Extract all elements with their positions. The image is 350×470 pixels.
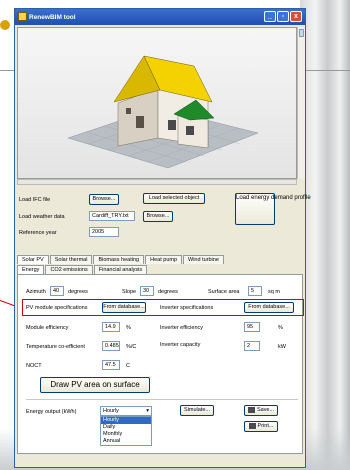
energy-output-label: Energy output (kWh) [26, 409, 77, 415]
browse-ifc-button[interactable]: Browse... [89, 194, 119, 205]
energy-output-select[interactable]: Hourly ▾ [100, 406, 152, 416]
print-button[interactable]: Print... [244, 421, 278, 432]
azimuth-label: Azimuth [26, 289, 46, 295]
window-title: RenewBIM tool [29, 13, 76, 21]
inverter-capacity-field[interactable]: 2 [244, 341, 260, 351]
option-monthly[interactable]: Monthly [101, 431, 151, 438]
load-ifc-label: Load IFC file [19, 197, 51, 203]
model-viewport[interactable] [17, 27, 297, 179]
tab-solar-thermal[interactable]: Solar thermal [49, 255, 93, 264]
draw-pv-area-button[interactable]: Draw PV area on surface [40, 377, 150, 393]
noct-field[interactable]: 47.5 [102, 360, 120, 370]
azimuth-field[interactable]: 40 [50, 286, 64, 296]
tab-co2-emissions[interactable]: CO2 emissions [45, 265, 93, 274]
noct-label: NOCT [26, 363, 42, 369]
maximize-button[interactable]: ▫ [277, 11, 289, 22]
result-tabs: Energy CO2 emissions Financial analysis [17, 265, 148, 274]
weather-file-field[interactable]: Cardiff_TRY.txt [89, 211, 135, 221]
option-annual[interactable]: Annual [101, 438, 151, 445]
temperature-coefficient-field[interactable]: 0.485 [102, 341, 120, 351]
reference-year-label: Reference year [19, 230, 57, 236]
inverter-database-button[interactable]: From database... [244, 302, 294, 313]
temperature-coefficient-label: Temperature co-efficient [26, 344, 85, 350]
slope-unit: degrees [158, 289, 178, 295]
azimuth-unit: degrees [68, 289, 88, 295]
tab-biomass-heating[interactable]: Biomass heating [93, 255, 145, 264]
simulate-button[interactable]: Simulate... [180, 405, 214, 416]
surface-area-label: Surface area [208, 289, 240, 295]
tab-heat-pump[interactable]: Heat pump [145, 255, 183, 264]
inverter-spec-label: Inverter specifications [160, 305, 214, 311]
surface-area-unit: sq m [268, 289, 280, 295]
inverter-capacity-label: Inverter capacity [160, 342, 201, 348]
chevron-down-icon[interactable]: ▾ [146, 408, 149, 414]
inverter-efficiency-field[interactable]: 95 [244, 322, 260, 332]
inverter-efficiency-unit: % [278, 325, 283, 331]
browse-weather-button[interactable]: Browse... [143, 211, 173, 222]
option-hourly[interactable]: Hourly [101, 417, 151, 424]
slope-label: Slope [122, 289, 137, 295]
save-label: Save... [256, 407, 275, 413]
load-selected-object-button[interactable]: Load selected object [143, 193, 205, 204]
title-bar: RenewBIM tool _ ▫ x [15, 9, 305, 25]
print-label: Print... [257, 423, 274, 429]
pv-module-database-button[interactable]: From database... [102, 302, 146, 313]
inverter-efficiency-label: Inverter efficiency [160, 325, 204, 331]
tab-wind-turbine[interactable]: Wind turbine [183, 255, 224, 264]
solar-pv-tab-body: Azimuth 40 degrees Slope 30 degrees Surf… [17, 274, 304, 454]
tab-financial-analysis[interactable]: Financial analysis [93, 265, 148, 274]
noct-unit: C [126, 363, 130, 369]
close-button[interactable]: x [290, 11, 302, 22]
scroll-thumb[interactable] [299, 29, 304, 37]
option-daily[interactable]: Daily [101, 424, 151, 431]
tab-solar-pv[interactable]: Solar PV [17, 255, 49, 264]
save-button[interactable]: Save... [244, 405, 278, 416]
surface-area-field[interactable]: 5 [248, 286, 262, 296]
module-efficiency-label: Module efficiency [26, 325, 69, 331]
viewport-vscroll[interactable] [297, 27, 305, 179]
divider-line [303, 70, 350, 71]
section-divider [26, 399, 298, 400]
bullet-dot [0, 20, 10, 30]
temperature-coefficient-unit: %/C [126, 344, 137, 350]
app-window: RenewBIM tool _ ▫ x Load IFC file Browse… [14, 8, 311, 468]
tab-energy[interactable]: Energy [17, 265, 45, 274]
energy-output-selected: Hourly [103, 408, 119, 414]
print-icon [248, 422, 256, 429]
app-icon [18, 12, 27, 21]
save-icon [247, 406, 255, 413]
viewport-hscroll[interactable] [17, 179, 297, 185]
tech-tabs: Solar PV Solar thermal Biomass heating H… [17, 255, 225, 264]
energy-output-options: Hourly Daily Monthly Annual [100, 416, 152, 446]
load-energy-profile-button[interactable]: Load energy demand profile [235, 193, 311, 225]
reference-year-field[interactable]: 2005 [89, 227, 119, 237]
slope-field[interactable]: 30 [140, 286, 154, 296]
inverter-capacity-unit: kW [278, 344, 286, 350]
module-efficiency-field[interactable]: 14.9 [102, 322, 120, 332]
pv-module-spec-label: PV module specifications [26, 305, 88, 311]
module-efficiency-unit: % [126, 325, 131, 331]
controls-panel: Load IFC file Browse... Load selected ob… [17, 187, 311, 457]
minimize-button[interactable]: _ [264, 11, 276, 22]
weather-label: Load weather data [19, 214, 65, 220]
house-model-icon [67, 55, 259, 169]
